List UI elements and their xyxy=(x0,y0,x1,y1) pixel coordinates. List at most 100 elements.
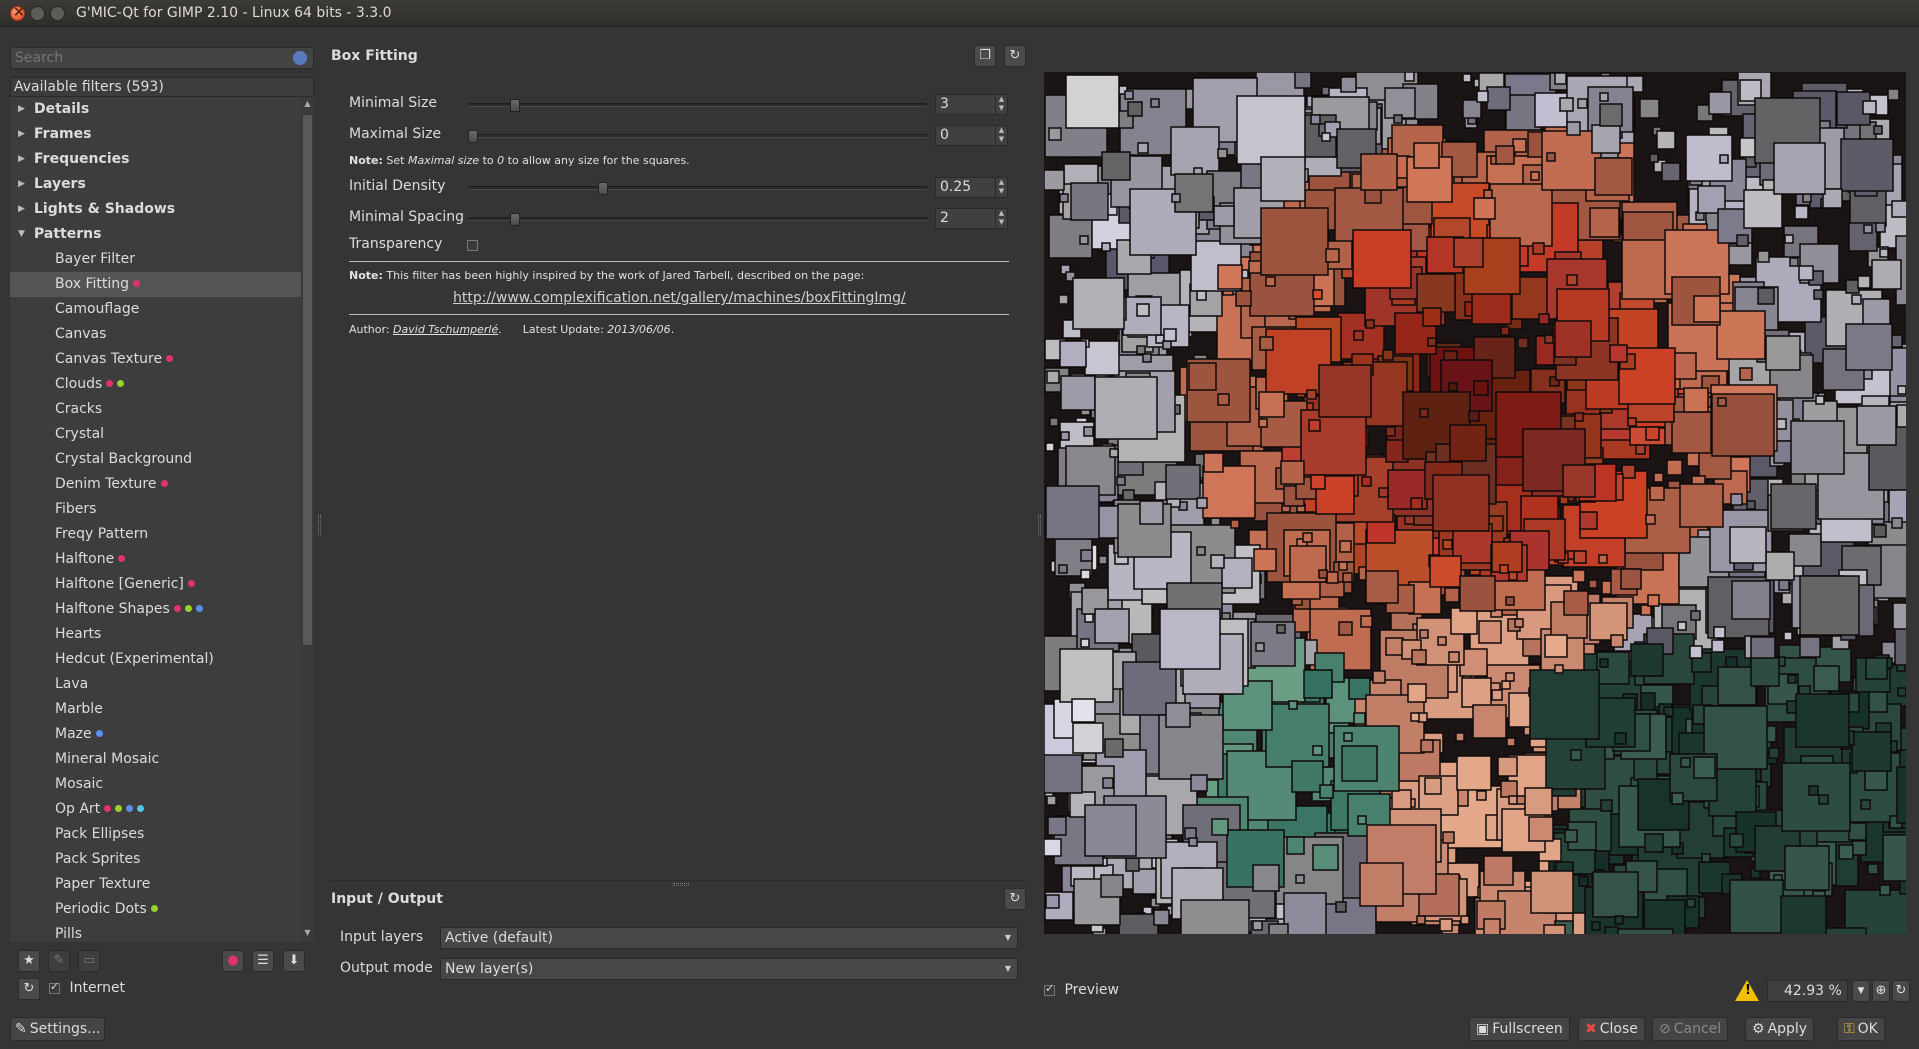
cancel-button[interactable]: ⊘ Cancel xyxy=(1652,1017,1729,1041)
tree-category[interactable]: ▼ Patterns xyxy=(10,222,301,247)
spin-arrows-icon[interactable]: ▲ ▼ xyxy=(995,95,1007,114)
zoom-level[interactable]: 42.93 % xyxy=(1767,980,1848,1002)
minimal-spacing-spinbox[interactable]: 2 ▲ ▼ xyxy=(935,208,1008,229)
tree-filter-item[interactable]: Marble xyxy=(10,697,301,722)
expanded-arrow-icon[interactable]: ▼ xyxy=(18,222,25,247)
internet-checkbox[interactable] xyxy=(49,980,60,994)
collapsed-arrow-icon[interactable]: ▶ xyxy=(18,147,25,172)
author-link[interactable]: David Tschumperlé xyxy=(393,323,498,336)
tree-filter-item[interactable]: Pack Sprites xyxy=(10,847,301,872)
initial-density-slider[interactable] xyxy=(468,182,928,195)
right-splitter-handle[interactable] xyxy=(1038,515,1041,535)
tree-filter-item[interactable]: Canvas xyxy=(10,322,301,347)
expand-all-button[interactable]: ⬇ xyxy=(283,950,305,972)
window-close-button[interactable] xyxy=(10,4,25,21)
left-splitter-handle[interactable] xyxy=(318,515,321,535)
tree-filter-item[interactable]: Maze xyxy=(10,722,301,747)
slider-handle[interactable] xyxy=(468,130,478,143)
fullscreen-button[interactable]: ▣ Fullscreen xyxy=(1469,1017,1570,1041)
preview-image[interactable] xyxy=(1044,72,1906,934)
search-input[interactable] xyxy=(11,48,281,68)
settings-button[interactable]: ✎ Settings... xyxy=(10,1017,105,1041)
spin-arrows-icon[interactable]: ▲ ▼ xyxy=(995,126,1007,145)
tree-filter-item[interactable]: Camouflage xyxy=(10,297,301,322)
zoom-dropdown-button[interactable]: ▼ xyxy=(1852,980,1870,1002)
slider-handle[interactable] xyxy=(510,99,520,112)
tree-filter-item[interactable]: Box Fitting xyxy=(10,272,301,297)
reset-params-button[interactable]: ↻ xyxy=(1004,45,1026,67)
tree-filter-item[interactable]: Denim Texture xyxy=(10,472,301,497)
tree-category[interactable]: ▶ Layers xyxy=(10,172,301,197)
tree-category[interactable]: ▶ Details xyxy=(10,97,301,122)
tree-filter-item[interactable]: Bayer Filter xyxy=(10,247,301,272)
ok-button[interactable]: ⚿ OK xyxy=(1837,1017,1885,1041)
tree-filter-item[interactable]: Op Art xyxy=(10,797,301,822)
collapsed-arrow-icon[interactable]: ▶ xyxy=(18,172,25,197)
tree-filter-item[interactable]: Fibers xyxy=(10,497,301,522)
tree-filter-item[interactable]: Crystal Background xyxy=(10,447,301,472)
collapsed-arrow-icon[interactable]: ▶ xyxy=(18,97,25,122)
warning-icon[interactable]: ! xyxy=(1735,980,1759,1001)
tree-filter-item[interactable]: Lava xyxy=(10,672,301,697)
reset-io-button[interactable]: ↻ xyxy=(1004,888,1026,910)
collapsed-arrow-icon[interactable]: ▶ xyxy=(18,122,25,147)
spin-arrows-icon[interactable]: ▲ ▼ xyxy=(995,209,1007,228)
preview-checkbox[interactable] xyxy=(1044,982,1055,996)
copy-command-button[interactable]: ❐ xyxy=(974,45,996,67)
input-layers-select[interactable]: Active (default) ▼ xyxy=(440,927,1018,949)
tree-filter-item[interactable]: Hearts xyxy=(10,622,301,647)
zoom-in-button[interactable]: ⊕ xyxy=(1872,980,1890,1002)
rename-favorite-button[interactable]: ▭ xyxy=(78,950,100,972)
tree-filter-item[interactable]: Mosaic xyxy=(10,772,301,797)
tree-category[interactable]: ▶ Frequencies xyxy=(10,147,301,172)
tree-filter-item[interactable]: Crystal xyxy=(10,422,301,447)
color-tags-button[interactable]: ● xyxy=(222,950,244,972)
maximal-size-slider[interactable] xyxy=(468,130,928,143)
minimal-size-spinbox[interactable]: 3 ▲ ▼ xyxy=(935,94,1008,115)
spin-arrows-icon[interactable]: ▲ ▼ xyxy=(995,178,1007,197)
tree-filter-item[interactable]: Halftone [Generic] xyxy=(10,572,301,597)
tree-filter-item[interactable]: Clouds xyxy=(10,372,301,397)
reset-zoom-button[interactable]: ↻ xyxy=(1892,980,1910,1002)
tree-category[interactable]: ▶ Lights & Shadows xyxy=(10,197,301,222)
tree-filter-item[interactable]: Periodic Dots xyxy=(10,897,301,922)
output-mode-select[interactable]: New layer(s) ▼ xyxy=(440,958,1018,980)
filter-tree-scrollbar[interactable]: ▲ ▼ xyxy=(301,97,314,942)
tree-filter-item[interactable]: Hedcut (Experimental) xyxy=(10,647,301,672)
reference-link[interactable]: http://www.complexification.net/gallery/… xyxy=(453,290,906,306)
collapsed-arrow-icon[interactable]: ▶ xyxy=(18,197,25,222)
slider-handle[interactable] xyxy=(510,213,520,226)
add-favorite-button[interactable]: ★ xyxy=(18,950,40,972)
window-maximize-button[interactable] xyxy=(50,6,65,21)
tree-filter-item[interactable]: Halftone xyxy=(10,547,301,572)
minimal-spacing-slider[interactable] xyxy=(468,213,928,226)
search-icon[interactable] xyxy=(293,51,307,65)
minimal-size-slider[interactable] xyxy=(468,99,928,112)
preview-toggle[interactable]: Preview xyxy=(1044,982,1119,998)
scroll-down-icon[interactable]: ▼ xyxy=(303,928,312,940)
tree-filter-item[interactable]: Halftone Shapes xyxy=(10,597,301,622)
remove-favorite-button[interactable]: ✎ xyxy=(48,950,70,972)
transparency-checkbox[interactable] xyxy=(467,240,478,251)
refresh-filters-button[interactable]: ↻ xyxy=(18,978,40,1000)
tree-filter-item[interactable]: Pills xyxy=(10,922,301,942)
tree-filter-item[interactable]: Freqy Pattern xyxy=(10,522,301,547)
tree-filter-item[interactable]: Canvas Texture xyxy=(10,347,301,372)
tree-filter-item[interactable]: Mineral Mosaic xyxy=(10,747,301,772)
tree-category[interactable]: ▶ Frames xyxy=(10,122,301,147)
close-button[interactable]: ✖ Close xyxy=(1578,1017,1645,1041)
tree-filter-item[interactable]: Cracks xyxy=(10,397,301,422)
filter-tree-header[interactable]: Available filters (593) xyxy=(10,77,314,97)
scroll-thumb[interactable] xyxy=(303,115,312,645)
slider-handle[interactable] xyxy=(598,182,608,195)
io-splitter-handle[interactable] xyxy=(673,883,689,886)
apply-button[interactable]: ⚙ Apply xyxy=(1745,1017,1815,1041)
window-minimize-button[interactable] xyxy=(30,6,45,21)
visibility-list-button[interactable]: ☰ xyxy=(252,950,274,972)
tree-filter-item[interactable]: Paper Texture xyxy=(10,872,301,897)
tree-filter-item[interactable]: Pack Ellipses xyxy=(10,822,301,847)
internet-toggle[interactable]: Internet xyxy=(49,980,125,996)
initial-density-spinbox[interactable]: 0.25 ▲ ▼ xyxy=(935,177,1008,198)
scroll-up-icon[interactable]: ▲ xyxy=(303,99,312,111)
maximal-size-spinbox[interactable]: 0 ▲ ▼ xyxy=(935,125,1008,146)
